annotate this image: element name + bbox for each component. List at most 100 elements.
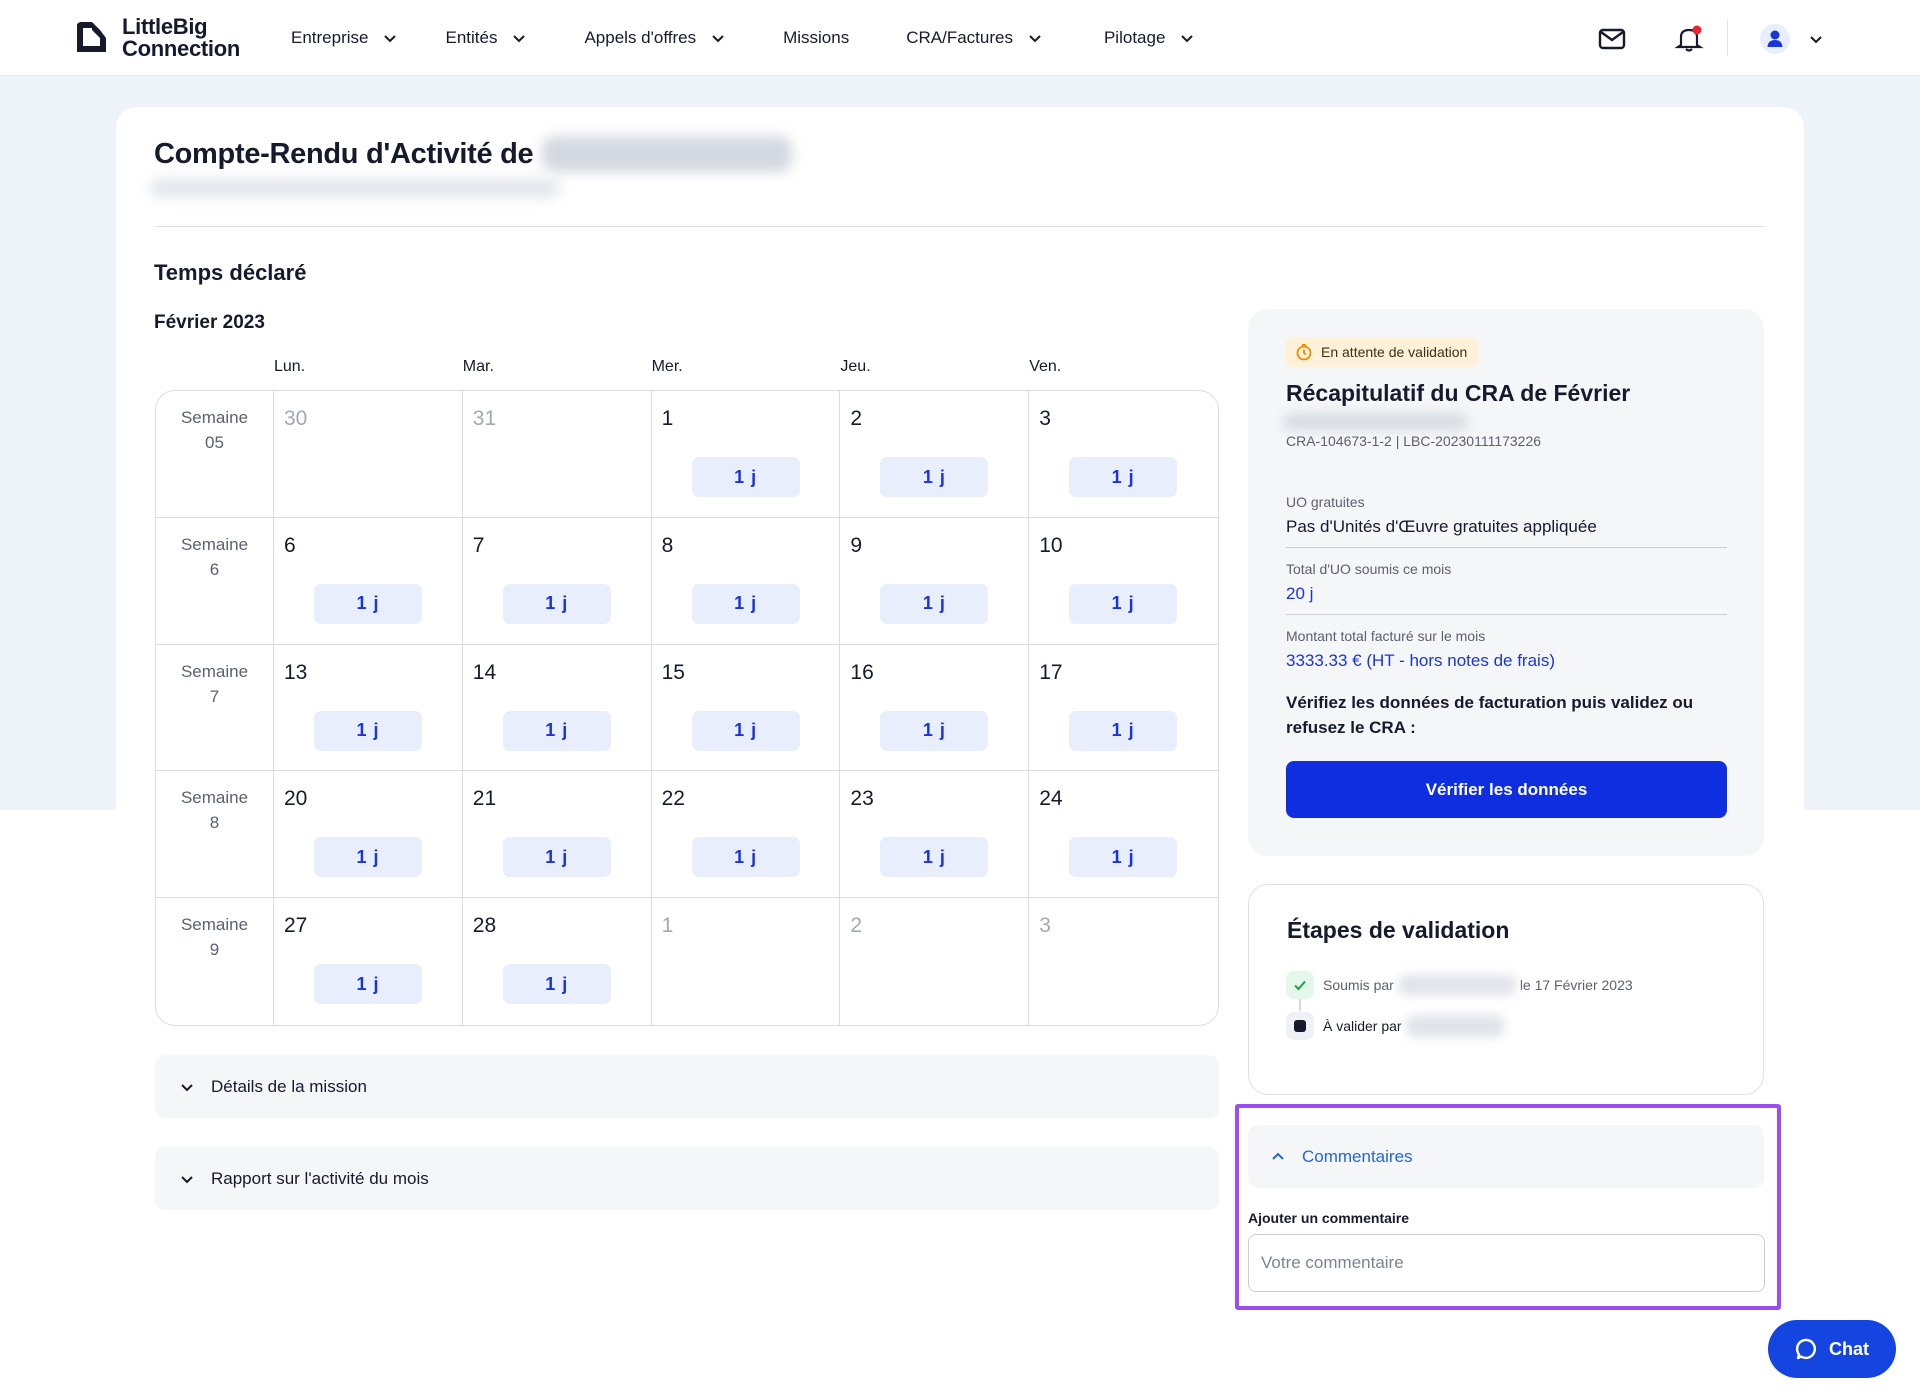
chat-bubble-icon [1795,1338,1817,1360]
status-badge: En attente de validation [1285,337,1480,367]
nav-item-pilotage[interactable]: Pilotage [1104,28,1195,48]
comment-input[interactable] [1248,1234,1765,1292]
declared-time-chip[interactable]: 1 j [314,583,422,624]
calendar-day-cell[interactable]: 30 [274,391,463,518]
amount-label: Montant total facturé sur le mois [1286,628,1486,644]
calendar-day-cell[interactable]: 17 1 j [1029,645,1218,772]
user-icon[interactable] [1760,24,1790,54]
day-number: 8 [661,533,674,557]
calendar-day-cell[interactable]: 13 1 j [274,644,463,772]
calendar-day-cell[interactable]: 14 1 j [462,644,652,772]
accordion-mission-details[interactable]: Détails de la mission [155,1055,1219,1118]
day-number: 23 [850,787,874,811]
calendar-day-cell[interactable]: 9 1 j [840,517,1030,645]
nav-item-missions[interactable]: Missions [783,28,849,48]
amount-value: 3333.33 € (HT - hors notes de frais) [1286,651,1555,670]
calendar-day-cell[interactable]: 24 1 j [1029,771,1218,899]
nav-item-entites[interactable]: Entités [445,28,527,48]
calendar-day-cell[interactable]: 3 [1029,898,1218,1025]
calendar-day-cell[interactable]: 3 1 j [1029,391,1218,518]
declared-time-chip[interactable]: 1 j [691,837,800,878]
chat-button[interactable]: Chat [1768,1320,1896,1378]
chevron-down-icon [181,1175,193,1183]
day-number: 7 [472,533,485,557]
declared-time-chip[interactable]: 1 j [502,964,611,1005]
brand-line-1: LittleBig [122,14,208,39]
declared-time-chip[interactable]: 1 j [691,583,800,624]
calendar-day-cell[interactable]: 15 1 j [651,644,841,772]
declared-time-chip[interactable]: 1 j [502,837,611,878]
validation-step-submitted: Soumis par le 17 Février 2023 [1286,971,1633,999]
declared-time-chip[interactable]: 1 j [502,710,611,751]
status-badge-label: En attente de validation [1321,344,1468,360]
declared-time-chip[interactable]: 1 j [314,964,422,1005]
day-number: 16 [850,660,874,684]
week-label: Semaine 8 [156,771,274,899]
week-number: 6 [209,559,220,579]
verify-data-button[interactable]: Vérifier les données [1286,761,1727,818]
day-number: 1 [661,407,674,430]
accordion-comments[interactable]: Commentaires [1248,1125,1764,1188]
declared-time-chip[interactable]: 1 j [1069,837,1178,878]
day-number: 27 [284,914,308,938]
summary-title: Récapitulatif du CRA de Février [1286,380,1631,406]
declared-time-chip[interactable]: 1 j [314,837,422,878]
declared-time-chip[interactable]: 1 j [691,710,800,751]
calendar-day-cell[interactable]: 21 1 j [462,771,652,899]
calendar-day-cell[interactable]: 6 1 j [274,517,463,645]
calendar-day-cell[interactable]: 8 1 j [651,517,841,645]
total-uo-label: Total d'UO soumis ce mois [1286,561,1452,577]
calendar-day-cell[interactable]: 22 1 j [651,771,841,899]
declared-time-chip[interactable]: 1 j [880,837,989,878]
calendar-day-cell[interactable]: 1 [652,898,841,1025]
declared-time-chip[interactable]: 1 j [880,710,989,751]
chevron-down-icon [712,35,724,43]
day-number: 15 [661,660,685,684]
chevron-down-icon[interactable] [1808,31,1824,47]
mail-icon[interactable] [1597,24,1627,54]
accordion-monthly-report[interactable]: Rapport sur l'activité du mois [155,1147,1219,1210]
nav-item-cra-factures[interactable]: CRA/Factures [906,28,1043,48]
calendar-day-cell[interactable]: 27 1 j [274,898,463,1025]
step-submitted-date: le 17 Février 2023 [1519,977,1633,993]
calendar-day-cell[interactable]: 31 [462,391,652,518]
week-label: Semaine 6 [156,517,274,645]
declared-time-chip[interactable]: 1 j [314,710,422,751]
nav-item-entreprise[interactable]: Entreprise [291,28,398,48]
redacted-submitter-name [1397,975,1516,995]
declared-time-chip[interactable]: 1 j [880,457,989,497]
declared-time-chip[interactable]: 1 j [1069,457,1178,497]
total-uo-value: 20 j [1286,584,1314,603]
calendar-day-headers: Lun. Mar. Mer. Jeu. Ven. [274,358,1218,376]
summary-divider [1286,547,1727,548]
brand-logo[interactable]: LittleBig Connection [72,16,240,60]
redacted-mission-name [1283,413,1468,431]
declared-time-chip[interactable]: 1 j [880,583,989,624]
calendar-day-cell[interactable]: 2 [840,898,1030,1025]
nav-divider [1727,20,1728,56]
day-header-mon: Lun. [274,358,306,375]
week-number: 05 [205,433,224,452]
chevron-down-icon [384,35,397,43]
declared-time-chip[interactable]: 1 j [502,583,611,624]
page-title: Compte-Rendu d'Activité de [154,138,534,170]
calendar-day-cell[interactable]: 1 1 j [651,391,841,518]
nav-item-label: CRA/Factures [906,28,1013,47]
bell-icon[interactable] [1674,24,1704,54]
calendar-day-cell[interactable]: 2 1 j [840,391,1030,518]
week-label: Semaine 7 [156,644,274,772]
day-number: 30 [284,407,308,430]
calendar-day-cell[interactable]: 16 1 j [840,644,1030,772]
calendar-day-cell[interactable]: 20 1 j [274,771,463,899]
nav-item-label: Missions [783,28,850,47]
nav-item-appels-offres[interactable]: Appels d'offres [584,28,726,48]
calendar-day-cell[interactable]: 23 1 j [840,771,1030,899]
accordion-label: Détails de la mission [211,1076,367,1096]
calendar-day-cell[interactable]: 7 1 j [462,517,652,645]
declared-time-chip[interactable]: 1 j [1069,710,1178,751]
calendar-day-cell[interactable]: 10 1 j [1029,518,1218,645]
declared-time-chip[interactable]: 1 j [691,457,800,497]
declared-time-chip[interactable]: 1 j [1069,583,1178,624]
calendar-day-cell[interactable]: 28 1 j [463,898,652,1025]
day-number: 28 [472,914,497,938]
